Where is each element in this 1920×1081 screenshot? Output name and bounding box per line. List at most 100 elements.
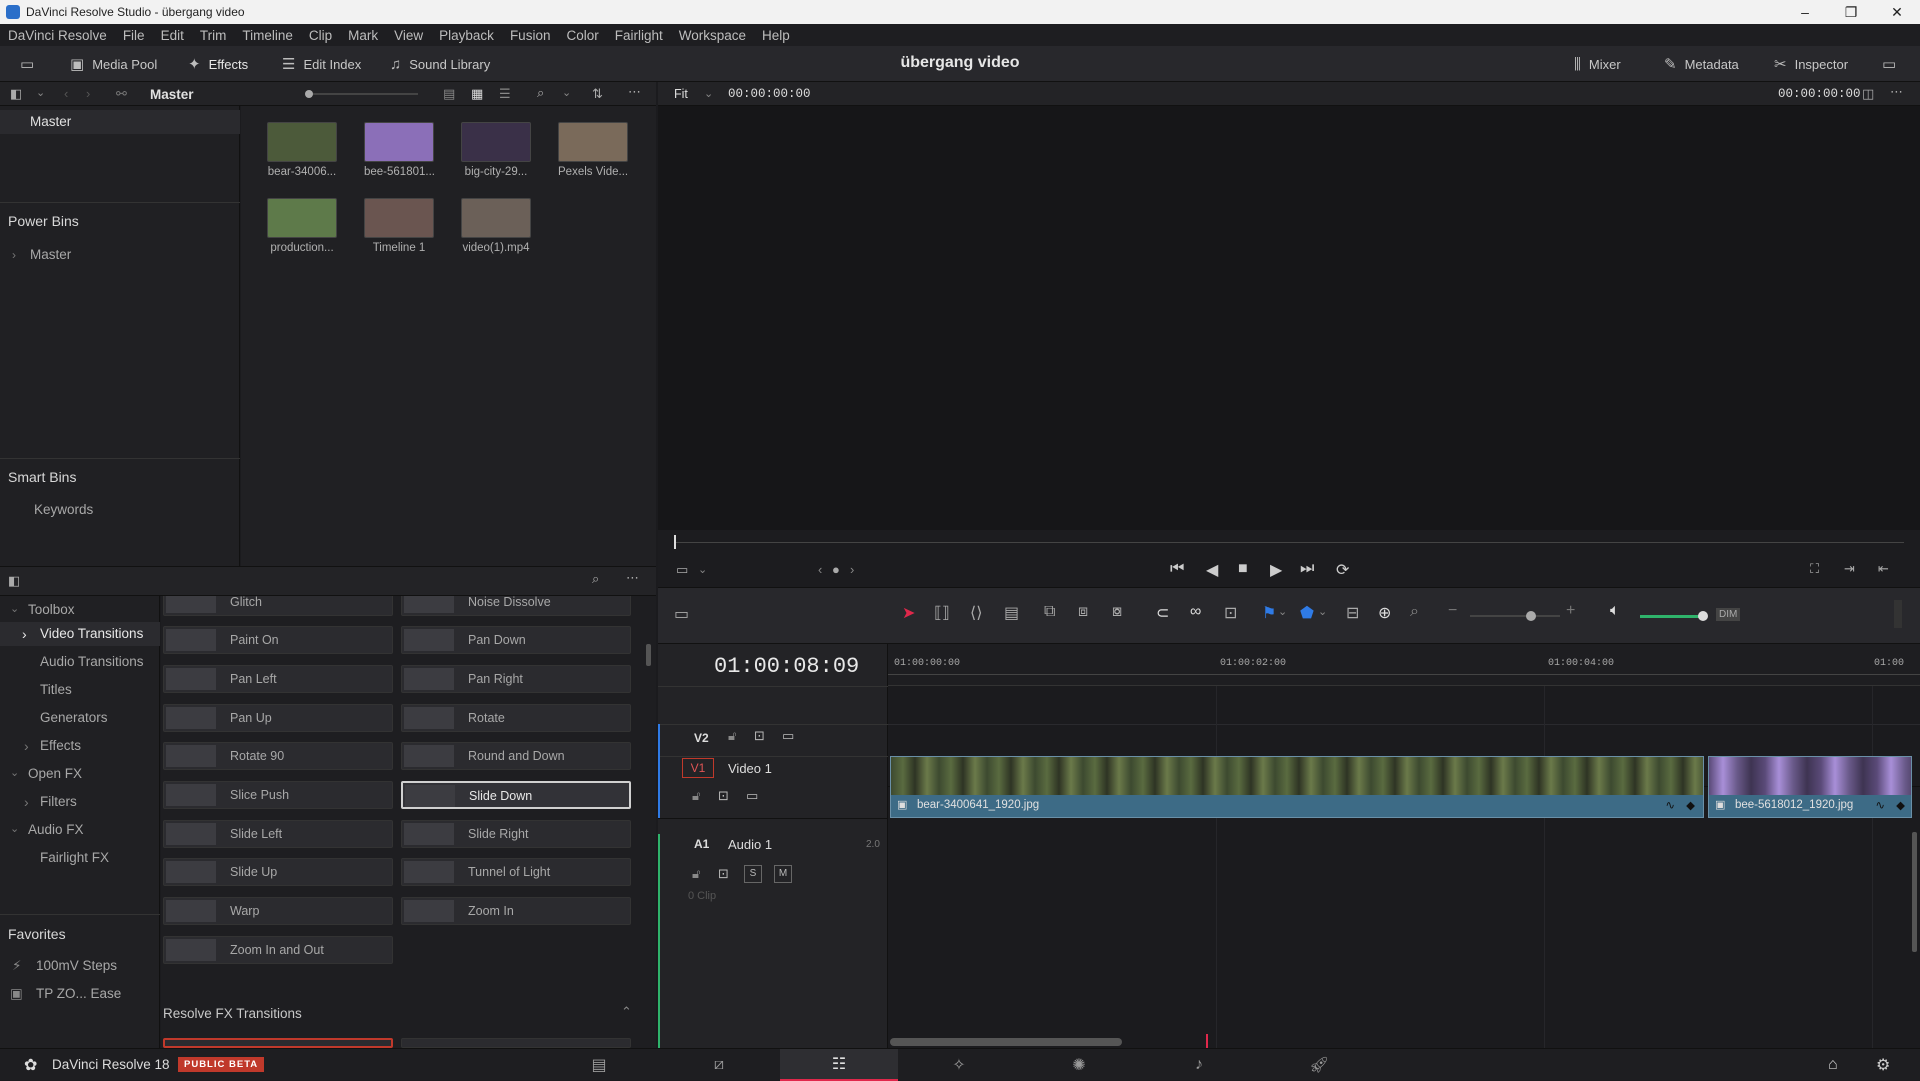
marker-icon[interactable]: ⬟ — [1300, 603, 1314, 623]
position-lock-icon[interactable]: ⊡ — [1224, 603, 1237, 623]
page-cut[interactable]: ⧄ — [660, 1049, 778, 1081]
master-bin-row[interactable]: Master — [0, 110, 240, 134]
go-to-end-icon[interactable]: ⏭ — [1300, 560, 1314, 578]
tree-toolbox[interactable]: Toolbox — [28, 602, 75, 617]
filmstrip-view-icon[interactable]: ▤ — [443, 86, 455, 102]
play-icon[interactable]: ▶ — [1270, 560, 1282, 580]
more-options-icon[interactable]: ⋯ — [1890, 84, 1903, 100]
restore-button[interactable]: ❐ — [1828, 0, 1874, 24]
minimize-button[interactable]: – — [1782, 0, 1828, 24]
timeline-ruler[interactable]: 01:00:00:00 01:00:02:00 01:00:04:00 01:0… — [888, 644, 1920, 686]
zoom-out-icon[interactable]: − — [1448, 602, 1457, 620]
lock-icon[interactable]: 🔓︎ — [728, 728, 736, 744]
favorite-item[interactable]: 100mV Steps — [36, 958, 117, 973]
keyframe-diamond-icon[interactable]: ◆ — [1686, 798, 1695, 812]
auto-select-icon[interactable]: ⊡ — [718, 866, 729, 882]
page-fairlight[interactable]: ♪ — [1140, 1049, 1258, 1081]
tree-generators[interactable]: Generators — [40, 710, 108, 725]
zoom-in-icon[interactable]: + — [1566, 602, 1575, 620]
source-viewer[interactable] — [658, 106, 1920, 530]
menu-trim[interactable]: Trim — [192, 28, 235, 43]
tree-filters[interactable]: Filters — [40, 794, 77, 809]
tree-open-fx[interactable]: Open FX — [28, 766, 82, 781]
auto-select-icon[interactable]: ⊡ — [718, 788, 729, 804]
chevron-down-icon[interactable]: ⌄ — [698, 563, 707, 576]
layout-toggle-button[interactable]: ▭ — [20, 52, 34, 76]
snapping-icon[interactable]: ⊂ — [1156, 603, 1169, 623]
forward-arrow-icon[interactable]: › — [86, 86, 90, 101]
transition-tile[interactable]: Slice Push — [163, 781, 393, 809]
slider-handle[interactable] — [305, 90, 313, 98]
sidebar-toggle-icon[interactable]: ◧ — [10, 86, 22, 102]
tree-fairlight-fx[interactable]: Fairlight FX — [40, 850, 109, 865]
menu-fairlight[interactable]: Fairlight — [607, 28, 671, 43]
chevron-down-icon[interactable]: ⌄ — [704, 87, 713, 100]
transition-tile[interactable]: Rotate 90 — [163, 742, 393, 770]
zoom-full-icon[interactable]: ⊟ — [1346, 603, 1359, 623]
mixer-button[interactable]: ⫼ Mixer — [1574, 52, 1621, 76]
chevron-down-icon[interactable]: ⌄ — [36, 86, 45, 99]
transition-tile[interactable]: Paint On — [163, 626, 393, 654]
slider-handle[interactable] — [1526, 611, 1536, 621]
chevron-down-icon[interactable]: ⌄ — [562, 86, 571, 99]
transition-tile-selected[interactable]: Slide Down — [401, 781, 631, 809]
media-pool-button[interactable]: ▣ Media Pool — [70, 52, 157, 76]
overwrite-clip-icon[interactable]: ⧈ — [1078, 603, 1088, 621]
replace-clip-icon[interactable]: ⧇ — [1112, 603, 1122, 621]
favorite-item[interactable]: TP ZO... Ease — [36, 986, 121, 1001]
viewer-mode-icon[interactable]: ▭ — [676, 562, 688, 578]
dim-button[interactable]: DIM — [1716, 608, 1741, 621]
transition-tile[interactable]: Slide Up — [163, 858, 393, 886]
sidebar-toggle-icon[interactable]: ◧ — [8, 573, 20, 589]
effects-button[interactable]: ✦ Effects — [188, 52, 248, 76]
mark-in-icon[interactable]: ⇤ — [1878, 561, 1889, 577]
flag-icon[interactable]: ⚑ — [1262, 603, 1276, 623]
chevron-down-icon[interactable]: ⌄ — [10, 766, 19, 779]
gear-icon[interactable]: ⚙ — [1876, 1055, 1890, 1075]
playhead[interactable] — [1206, 1034, 1208, 1048]
sound-library-button[interactable]: ♫ Sound Library — [390, 52, 490, 76]
chevron-down-icon[interactable]: ⌄ — [1278, 605, 1287, 618]
tree-audio-fx[interactable]: Audio FX — [28, 822, 84, 837]
list-view-icon[interactable]: ☰ — [499, 86, 511, 102]
solo-button[interactable]: S — [744, 865, 762, 883]
chevron-right-icon[interactable]: › — [22, 626, 27, 642]
keyframe-curve-icon[interactable]: ∿ — [1875, 798, 1885, 812]
lock-icon[interactable]: 🔓︎ — [692, 788, 700, 804]
smart-bin-keywords[interactable]: Keywords — [34, 502, 93, 517]
tree-effects[interactable]: Effects — [40, 738, 81, 753]
match-frame-icon[interactable]: ⛶ — [1810, 561, 1819, 577]
tree-video-transitions[interactable]: Video Transitions — [40, 626, 143, 641]
power-bin-master[interactable]: Master — [30, 247, 71, 262]
track-enable-icon[interactable]: ▭ — [746, 788, 758, 804]
timeline-zoom-slider[interactable] — [1470, 611, 1560, 621]
insert-clip-icon[interactable]: ⧉ — [1044, 603, 1055, 621]
scrub-track[interactable] — [674, 542, 1904, 543]
transition-tile[interactable]: Zoom In — [401, 897, 631, 925]
zoom-fit-select[interactable]: Fit — [674, 87, 688, 101]
transition-tile[interactable]: Pan Left — [163, 665, 393, 693]
menu-view[interactable]: View — [386, 28, 431, 43]
transition-tile[interactable]: Zoom In and Out — [163, 936, 393, 964]
grid-view-icon[interactable]: ▦ — [471, 86, 483, 102]
transition-tile[interactable]: Glitch — [163, 596, 393, 616]
blade-tool-icon[interactable]: ▤ — [1004, 603, 1019, 623]
chevron-down-icon[interactable]: ⌄ — [10, 822, 19, 835]
menu-workspace[interactable]: Workspace — [671, 28, 754, 43]
transition-tile[interactable]: Pan Right — [401, 665, 631, 693]
fullscreen-button[interactable]: ▭ — [1882, 52, 1896, 76]
menu-help[interactable]: Help — [754, 28, 798, 43]
home-icon[interactable]: ⌂ — [1828, 1056, 1838, 1074]
chevron-right-icon[interactable]: › — [24, 738, 29, 754]
transition-tile[interactable] — [163, 1038, 393, 1048]
selection-tool-icon[interactable]: ➤ — [902, 603, 915, 623]
more-options-icon[interactable]: ⋯ — [628, 84, 641, 100]
playhead-marker[interactable] — [674, 535, 676, 549]
dynamic-trim-icon[interactable]: ⟨⟩ — [970, 603, 982, 623]
vertical-scrollbar[interactable] — [1912, 832, 1917, 952]
auto-select-icon[interactable]: ⊡ — [754, 728, 765, 744]
menu-timeline[interactable]: Timeline — [234, 28, 301, 43]
horizontal-scrollbar[interactable] — [890, 1038, 1122, 1046]
transition-tile[interactable]: Slide Left — [163, 820, 393, 848]
more-options-icon[interactable]: ⋯ — [626, 570, 639, 586]
